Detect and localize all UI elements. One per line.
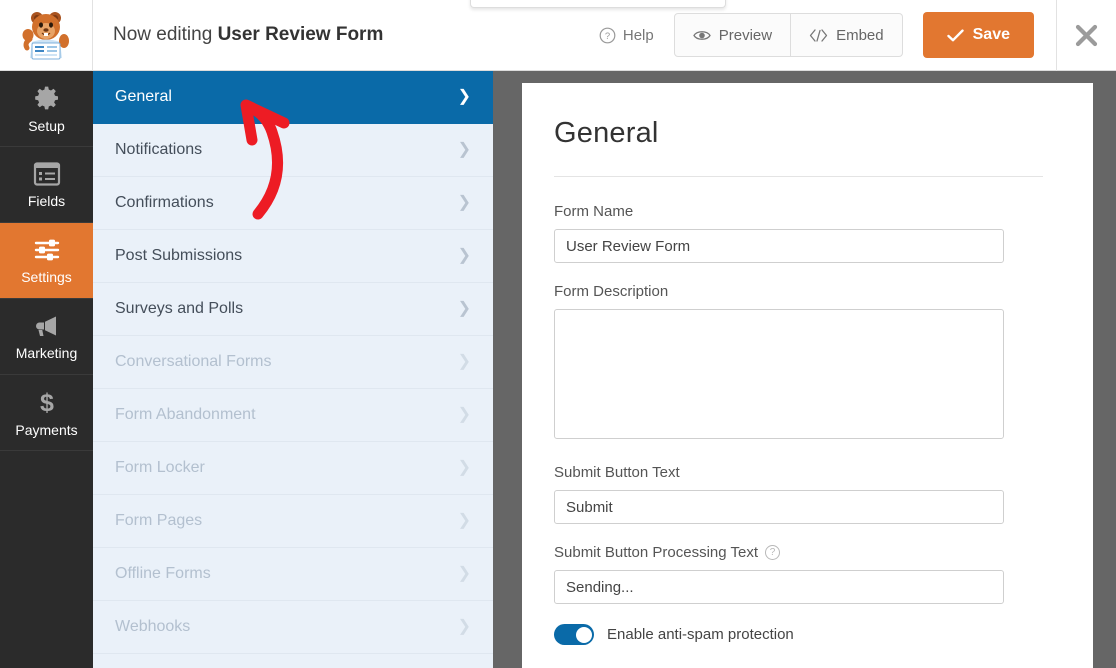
form-description-label: Form Description [554, 283, 669, 300]
settings-menu-label: Form Abandonment [115, 406, 256, 423]
chevron-right-icon: ❯ [457, 406, 471, 423]
top-floating-panel-edge [470, 0, 726, 8]
header-actions: ? Help Preview Embed Save [583, 0, 1116, 71]
wpforms-logo [0, 0, 93, 71]
close-x-icon [1075, 24, 1098, 46]
chevron-right-icon: ❯ [457, 618, 471, 635]
submit-processing-text-label-row: Submit Button Processing Text ? [554, 544, 1043, 561]
dollar-sign-icon: $ [33, 388, 61, 417]
settings-menu-item-form-abandonment[interactable]: Form Abandonment ❯ [93, 389, 493, 442]
help-button[interactable]: ? Help [583, 27, 670, 44]
submit-processing-text-field-group: Submit Button Processing Text ? [554, 544, 1043, 604]
page-title: Now editing User Review Form [113, 24, 383, 46]
settings-menu-item-post-submissions[interactable]: Post Submissions ❯ [93, 230, 493, 283]
chevron-right-icon: ❯ [457, 512, 471, 529]
settings-menu-label: Offline Forms [115, 565, 211, 582]
chevron-right-icon: ❯ [457, 353, 471, 370]
general-settings-panel: General Form Name Form Description Submi… [522, 83, 1093, 668]
antispam-toggle-row: Enable anti-spam protection [554, 624, 1043, 645]
sliders-icon [33, 237, 61, 263]
close-builder-button[interactable] [1057, 0, 1116, 71]
settings-menu-label: Conversational Forms [115, 353, 272, 370]
sidebar-item-marketing[interactable]: Marketing [0, 299, 93, 375]
question-circle-icon: ? [599, 27, 616, 43]
settings-menu-label: Form Locker [115, 459, 205, 476]
sidebar-item-payments[interactable]: $ Payments [0, 375, 93, 451]
settings-menu-list: General ❯ Notifications ❯ Confirmations … [93, 71, 493, 668]
editing-form-name: User Review Form [217, 24, 384, 45]
preview-embed-button-group: Preview Embed [673, 13, 903, 57]
toggle-knob [575, 626, 592, 643]
save-label: Save [972, 26, 1010, 43]
settings-menu-item-form-locker[interactable]: Form Locker ❯ [93, 442, 493, 495]
sidebar-item-label: Marketing [15, 344, 78, 361]
form-description-textarea[interactable] [554, 309, 1004, 439]
wpforms-beaver-mascot-logo [22, 12, 69, 60]
builder-header: Now editing User Review Form ? Help Prev… [0, 0, 1116, 71]
form-name-label: Form Name [554, 203, 634, 220]
sidebar-item-settings[interactable]: Settings [0, 223, 93, 299]
settings-menu-label: Post Submissions [115, 247, 243, 264]
settings-menu-item-surveys-and-polls[interactable]: Surveys and Polls ❯ [93, 283, 493, 336]
builder-sidebar-rail: Setup Fields Settings Marketing $ Paymen… [0, 71, 93, 668]
megaphone-icon [33, 313, 61, 339]
question-circle-icon[interactable]: ? [765, 545, 780, 560]
settings-menu-item-confirmations[interactable]: Confirmations ❯ [93, 177, 493, 230]
panel-heading: General [554, 117, 659, 149]
settings-menu-label: Surveys and Polls [115, 300, 244, 317]
chevron-right-icon: ❯ [457, 300, 471, 317]
eye-icon [692, 30, 711, 40]
settings-menu-item-offline-forms[interactable]: Offline Forms ❯ [93, 548, 493, 601]
settings-menu-item-form-pages[interactable]: Form Pages ❯ [93, 495, 493, 548]
settings-menu-item-general[interactable]: General ❯ [93, 71, 493, 124]
antispam-toggle-label: Enable anti-spam protection [607, 626, 794, 643]
form-name-field-group: Form Name [554, 203, 1043, 263]
submit-button-text-input[interactable] [554, 490, 1004, 524]
preview-button[interactable]: Preview [673, 13, 792, 57]
settings-menu-label: Webhooks [115, 618, 191, 635]
embed-label: Embed [836, 26, 884, 44]
settings-menu-label: General [115, 88, 172, 105]
sidebar-item-label: Fields [27, 192, 66, 209]
settings-menu-label: Confirmations [115, 194, 214, 211]
code-brackets-icon [809, 28, 828, 42]
settings-menu-item-notifications[interactable]: Notifications ❯ [93, 124, 493, 177]
antispam-toggle[interactable] [554, 624, 594, 645]
svg-text:?: ? [605, 31, 610, 42]
settings-menu-item-webhooks[interactable]: Webhooks ❯ [93, 601, 493, 654]
svg-text:$: $ [40, 389, 54, 416]
gear-icon [33, 84, 61, 112]
embed-button[interactable]: Embed [791, 13, 903, 57]
submit-processing-text-label: Submit Button Processing Text [554, 544, 758, 561]
help-label: Help [622, 26, 654, 44]
settings-menu-label: Form Pages [115, 512, 203, 529]
sidebar-item-label: Settings [21, 268, 72, 285]
submit-processing-text-input[interactable] [554, 570, 1004, 604]
chevron-right-icon: ❯ [457, 565, 471, 582]
chevron-right-icon: ❯ [457, 247, 471, 264]
submit-button-text-field-group: Submit Button Text [554, 464, 1043, 524]
chevron-right-icon: ❯ [457, 459, 471, 476]
chevron-right-icon: ❯ [457, 88, 471, 105]
sidebar-item-label: Payments [15, 421, 78, 438]
form-builder-window: Now editing User Review Form ? Help Prev… [0, 0, 1116, 668]
chevron-right-icon: ❯ [457, 194, 471, 211]
form-name-input[interactable] [554, 229, 1004, 263]
save-button[interactable]: Save [922, 12, 1034, 58]
sidebar-item-label: Setup [28, 117, 65, 134]
sidebar-item-fields[interactable]: Fields [0, 147, 93, 223]
preview-label: Preview [718, 26, 773, 44]
settings-menu-label: Notifications [115, 141, 203, 158]
form-description-field-group: Form Description [554, 283, 1043, 444]
editing-prefix: Now editing [113, 24, 213, 45]
sidebar-item-setup[interactable]: Setup [0, 71, 93, 147]
submit-button-text-label: Submit Button Text [554, 464, 680, 481]
panel-divider [554, 176, 1043, 177]
form-list-icon [33, 161, 61, 187]
check-icon [946, 28, 964, 41]
chevron-right-icon: ❯ [457, 141, 471, 158]
settings-menu-item-conversational-forms[interactable]: Conversational Forms ❯ [93, 336, 493, 389]
